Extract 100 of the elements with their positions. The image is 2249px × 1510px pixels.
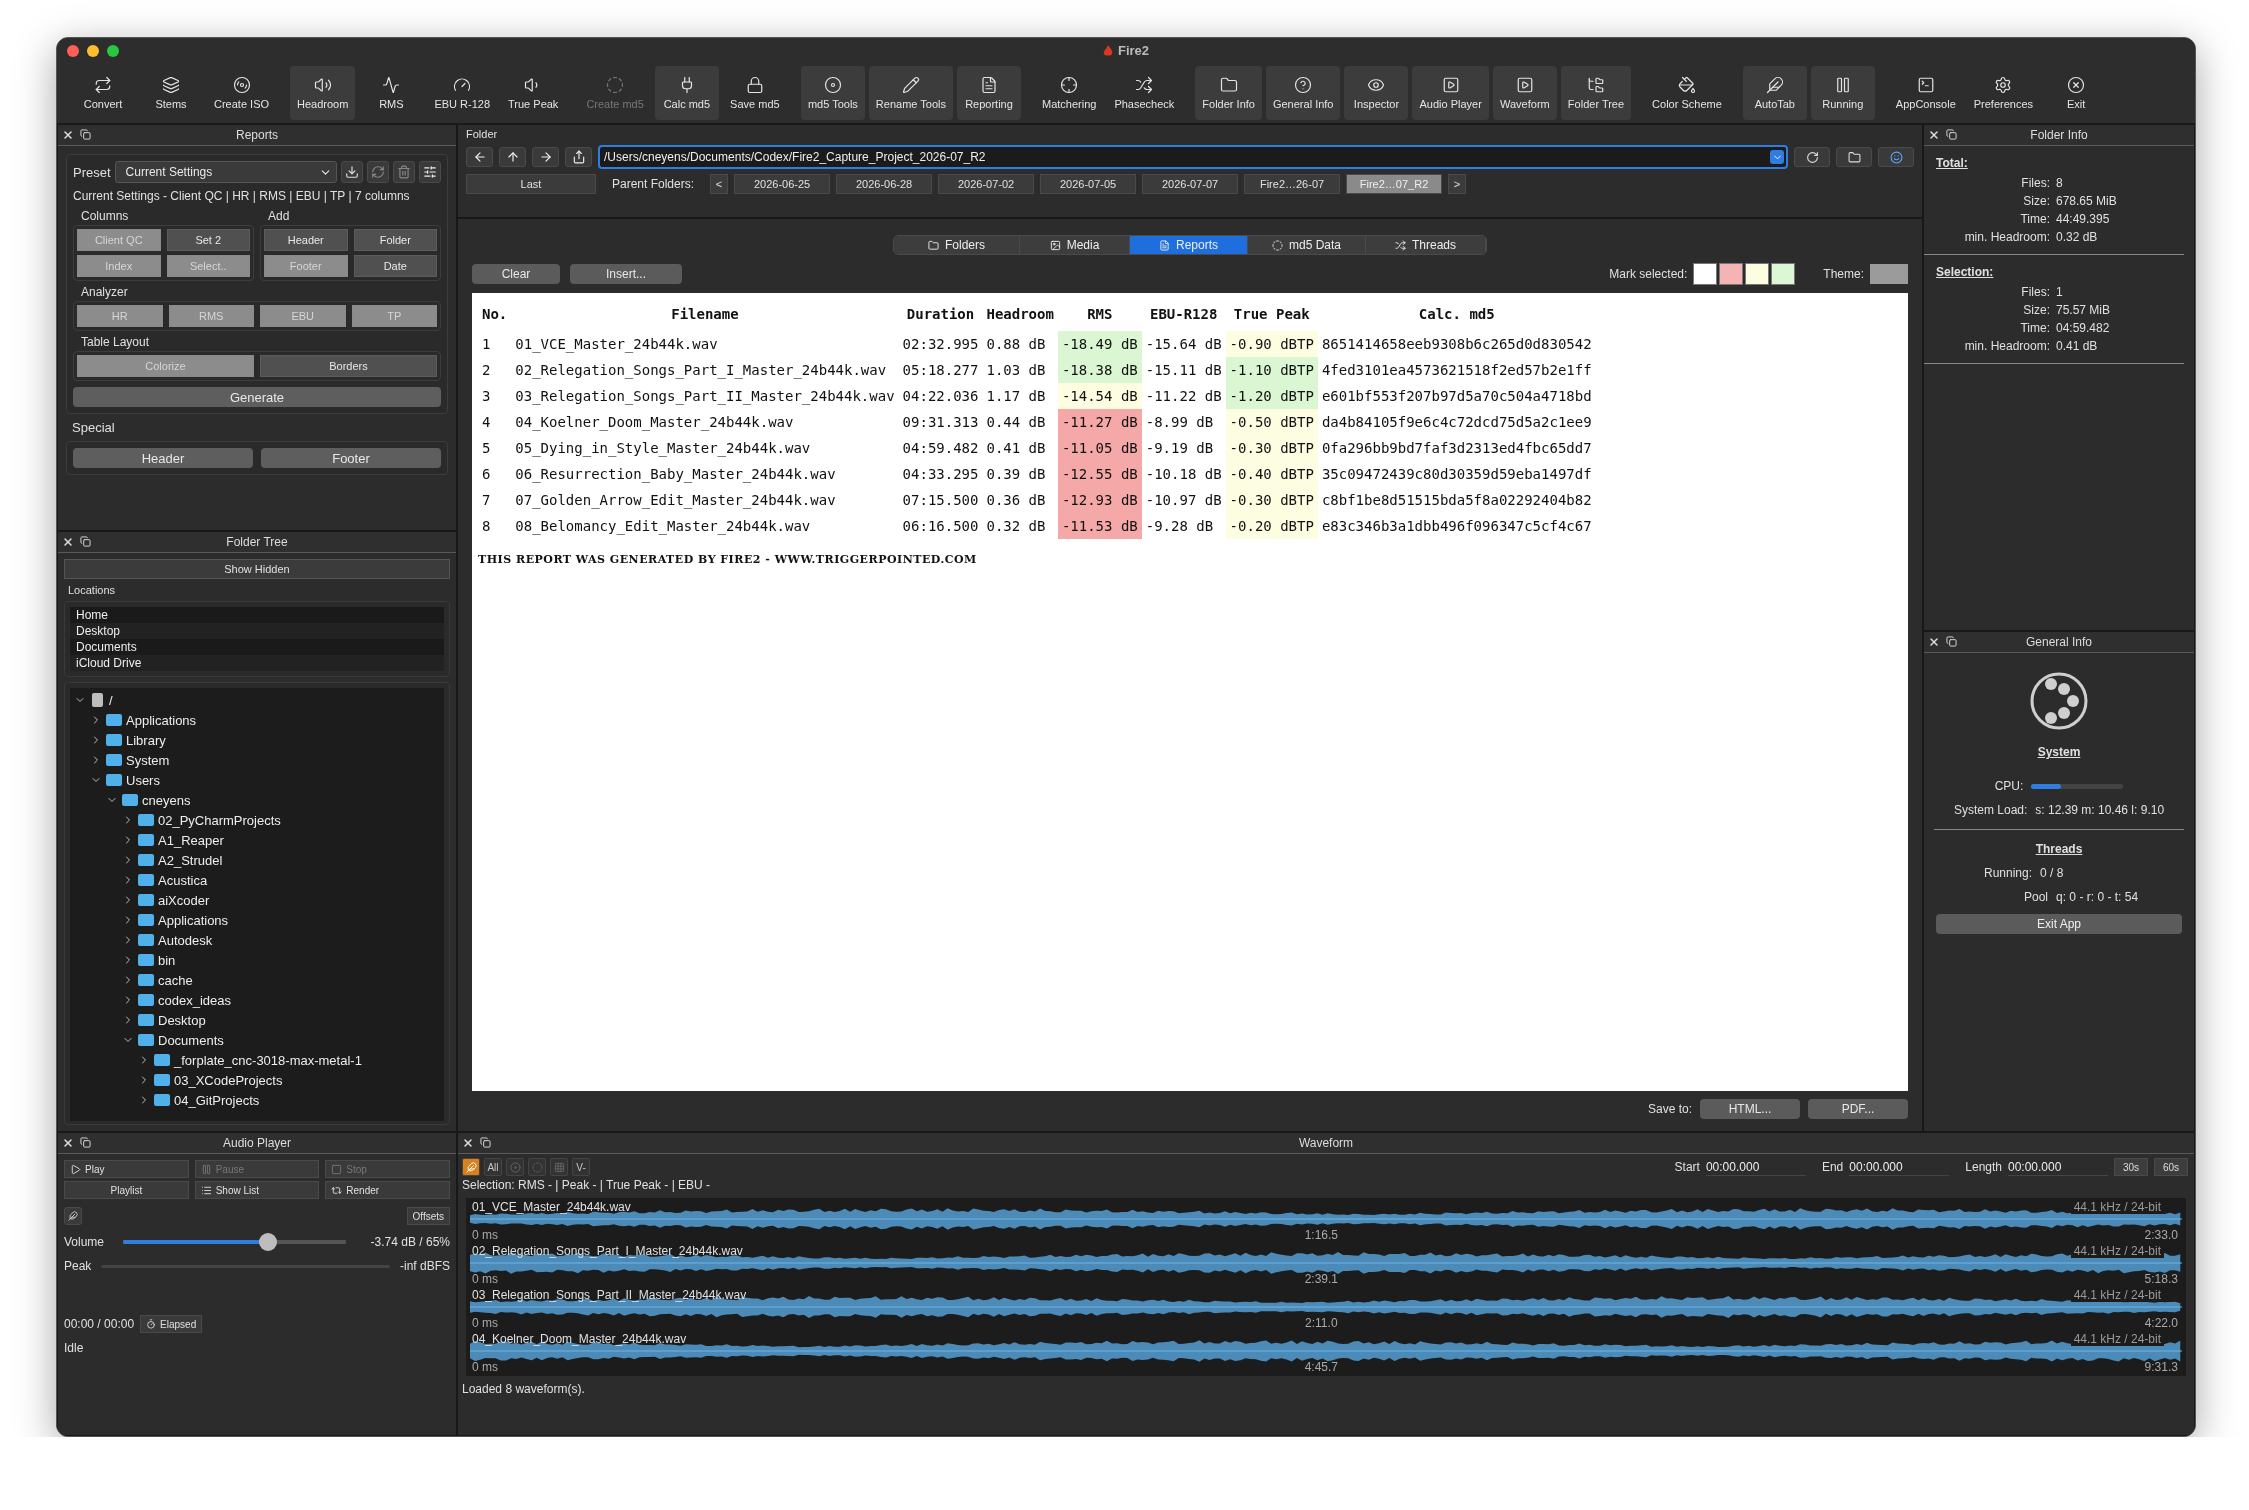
show-hidden-button[interactable]: Show Hidden — [64, 559, 450, 579]
toolbar-button[interactable]: Save md5 — [722, 66, 787, 120]
close-icon[interactable] — [1928, 129, 1940, 141]
zoom-span-button[interactable]: 30s — [2114, 1158, 2148, 1176]
preset-dropdown[interactable]: Current Settings — [114, 161, 337, 183]
color-swatch[interactable] — [1719, 263, 1744, 285]
toggle-button[interactable]: Borders — [260, 355, 437, 377]
waveform-tool-button[interactable] — [462, 1158, 480, 1176]
toolbar-button[interactable]: True Peak — [501, 66, 566, 120]
tree-item[interactable]: cache — [158, 972, 193, 988]
sliders-button[interactable] — [419, 161, 441, 183]
tree-item[interactable]: Autodesk — [158, 932, 213, 948]
save-button[interactable]: PDF... — [1808, 1099, 1908, 1119]
close-icon[interactable] — [62, 536, 74, 548]
close-window-icon[interactable] — [67, 45, 79, 57]
close-icon[interactable] — [462, 1137, 474, 1149]
color-swatch[interactable] — [1771, 263, 1796, 285]
toolbar-button[interactable]: Preferences — [1966, 66, 2041, 120]
tab[interactable]: Reports — [1130, 236, 1248, 254]
tree-item[interactable]: _forplate_cnc-3018-max-metal-1 — [174, 1052, 362, 1068]
waveform-tool-button[interactable]: V- — [572, 1158, 590, 1176]
toolbar-button[interactable]: RMS — [359, 66, 424, 120]
folder-button[interactable] — [1836, 147, 1872, 167]
location-item[interactable]: iCloud Drive — [70, 655, 444, 671]
toggle-button[interactable]: Folder — [353, 229, 437, 251]
close-icon[interactable] — [62, 1137, 74, 1149]
tree-item[interactable]: / — [109, 692, 113, 708]
tree-item[interactable]: 04_GitProjects — [174, 1092, 260, 1108]
toolbar-button[interactable]: Color Scheme — [1645, 66, 1729, 120]
zoom-span-button[interactable]: 60s — [2154, 1158, 2188, 1176]
location-item[interactable]: Documents — [70, 639, 444, 655]
report-button[interactable]: Clear — [472, 264, 560, 284]
download-button[interactable] — [341, 161, 363, 183]
exit-app-button[interactable]: Exit App — [1936, 914, 2182, 934]
color-swatch[interactable] — [1745, 263, 1770, 285]
tree-item[interactable]: codex_ideas — [158, 992, 231, 1008]
toolbar-button[interactable]: Folder Info — [1195, 66, 1262, 120]
toolbar-button[interactable]: md5 Tools — [800, 66, 865, 120]
tree-item[interactable]: Documents — [158, 1032, 224, 1048]
save-button[interactable]: HTML... — [1700, 1099, 1800, 1119]
tree-item[interactable]: Users — [126, 772, 160, 788]
toggle-button[interactable]: Header — [264, 229, 348, 251]
toolbar-button[interactable]: Headroom — [290, 66, 356, 120]
tree-item[interactable]: Applications — [158, 912, 229, 928]
previous-button[interactable]: < — [710, 174, 729, 194]
tab[interactable]: Folders — [894, 236, 1020, 254]
toolbar-button[interactable]: Folder Tree — [1560, 66, 1632, 120]
nav-button[interactable] — [466, 147, 493, 167]
tree-item[interactable]: Acustica — [158, 872, 208, 888]
toolbar-button[interactable]: Calc md5 — [654, 66, 719, 120]
toolbar-button[interactable]: Audio Player — [1412, 66, 1489, 120]
restore-icon[interactable] — [80, 129, 91, 140]
finder-button[interactable] — [1878, 147, 1914, 167]
offsets-button[interactable]: Offsets — [406, 1207, 450, 1225]
tree-item[interactable]: A1_Reaper — [158, 832, 224, 848]
tab[interactable]: md5 Data — [1248, 236, 1366, 254]
parent-folder-button[interactable]: Fire2…26-07 — [1244, 174, 1341, 194]
toggle-button[interactable]: Set 2 — [166, 229, 250, 251]
tree-item[interactable]: A2_Strudel — [158, 852, 223, 868]
player-button[interactable]: Playlist — [64, 1181, 189, 1199]
loop-button[interactable] — [64, 1207, 82, 1225]
toolbar-button[interactable]: Running — [1810, 66, 1875, 120]
tree-item[interactable]: bin — [158, 952, 176, 968]
elapsed-button[interactable]: Elapsed — [140, 1315, 203, 1333]
player-button[interactable]: Play — [64, 1160, 189, 1178]
last-button[interactable]: Last — [466, 174, 596, 194]
tree-item[interactable]: 02_PyCharmProjects — [158, 812, 281, 828]
volume-thumb[interactable] — [258, 1233, 277, 1251]
parent-folder-button[interactable]: 2026-07-02 — [938, 174, 1035, 194]
report-button[interactable]: Insert... — [570, 264, 682, 284]
parent-folder-button[interactable]: 2026-07-07 — [1142, 174, 1239, 194]
parent-folder-button[interactable]: 2026-07-05 — [1040, 174, 1137, 194]
waveform-tool-button[interactable]: All — [484, 1158, 502, 1176]
toolbar-button[interactable]: EBU R-128 — [427, 66, 498, 120]
restore-icon[interactable] — [80, 536, 91, 547]
tree-item[interactable]: cneyens — [142, 792, 191, 808]
toolbar-button[interactable]: Exit — [2044, 66, 2109, 120]
tree-item[interactable]: Desktop — [158, 1012, 206, 1028]
special-button[interactable]: Footer — [261, 448, 441, 468]
toolbar-button[interactable]: Rename Tools — [868, 66, 953, 120]
toolbar-button[interactable]: Waveform — [1492, 66, 1557, 120]
nav-button[interactable] — [532, 147, 559, 167]
tree-item[interactable]: 03_XCodeProjects — [174, 1072, 283, 1088]
next-button[interactable]: > — [1448, 174, 1467, 194]
restore-icon[interactable] — [1946, 636, 1957, 647]
close-icon[interactable] — [62, 129, 74, 141]
tree-item[interactable]: Library — [126, 732, 166, 748]
tab[interactable]: Threads — [1366, 236, 1486, 254]
generate-button[interactable]: Generate — [73, 387, 441, 407]
zoom-window-icon[interactable] — [107, 45, 119, 57]
color-swatch[interactable] — [1693, 263, 1718, 285]
parent-folder-button[interactable]: 2026-06-28 — [836, 174, 933, 194]
toolbar-button[interactable]: Phasecheck — [1107, 66, 1182, 120]
toolbar-button[interactable]: Stems — [139, 66, 203, 120]
restore-icon[interactable] — [1946, 129, 1957, 140]
refresh-button[interactable] — [367, 161, 389, 183]
player-button[interactable]: Show List — [194, 1181, 320, 1199]
toolbar-button[interactable]: Reporting — [957, 66, 1021, 120]
toolbar-button[interactable]: Convert — [71, 66, 135, 120]
path-field[interactable]: /Users/cneyens/Documents/Codex/Fire2_Capture_Project_2026-07_R2 — [598, 145, 1788, 169]
